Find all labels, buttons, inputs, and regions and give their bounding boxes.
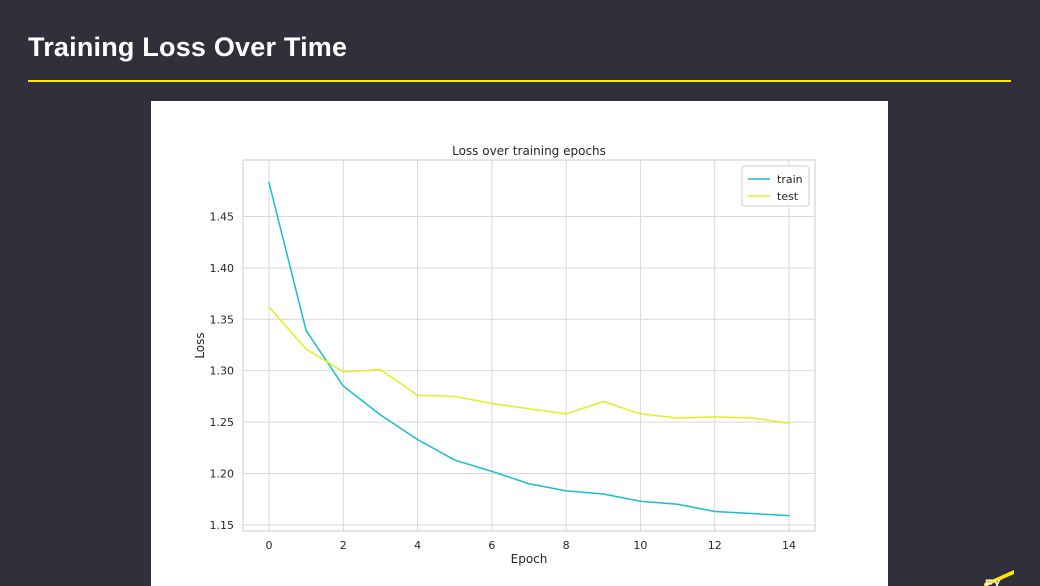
chart-title: Loss over training epochs: [452, 144, 606, 158]
chart-panel: 0 2 4 6 8 10 12 14 1.15 1.20 1.25 1.30 1.35 1.40 1.45 …: [151, 101, 888, 586]
plot-area: [243, 160, 815, 531]
x-axis-label: Epoch: [511, 552, 548, 566]
x-tick-label: 2: [340, 539, 347, 552]
grid-lines: [243, 160, 815, 531]
y-tick-label: 1.20: [210, 467, 235, 480]
x-tick-label: 8: [563, 539, 570, 552]
y-tick-label: 1.25: [210, 416, 235, 429]
x-tick-label: 0: [266, 539, 273, 552]
legend-label-train: train: [777, 173, 803, 186]
slide: Training Loss Over Time 0 2 4 6 8 10 12 14 1.15 1…: [0, 0, 1040, 586]
x-tick-label: 4: [414, 539, 421, 552]
legend-box: [741, 165, 810, 207]
x-tick-label: 6: [488, 539, 495, 552]
legend-label-test: test: [777, 190, 799, 203]
logo-text: EY: [985, 577, 1002, 586]
y-tick-label: 1.35: [210, 313, 235, 326]
x-tick-label: 14: [782, 539, 796, 552]
slide-title: Training Loss Over Time: [28, 32, 348, 62]
y-tick-label: 1.30: [210, 365, 235, 378]
y-tick-label: 1.45: [210, 211, 235, 224]
legend: train test: [741, 165, 810, 207]
x-tick-label: 12: [708, 539, 722, 552]
loss-chart: 0 2 4 6 8 10 12 141.151.201.251.301.351.401.45 …: [193, 144, 816, 566]
y-tick-label: 1.15: [210, 519, 235, 532]
x-tick-label: 10: [633, 539, 647, 552]
title-divider: [28, 80, 1011, 82]
y-tick-label: 1.40: [210, 262, 235, 275]
y-axis-label: Loss: [193, 332, 207, 358]
brand-logo: EY: [982, 568, 1014, 586]
